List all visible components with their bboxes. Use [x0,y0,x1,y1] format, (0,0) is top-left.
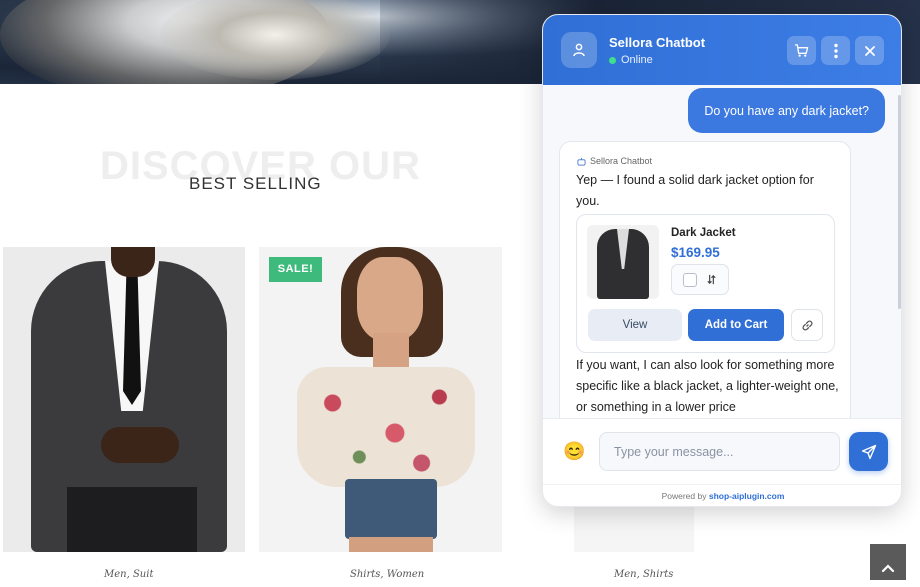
product-image-suit [31,247,231,552]
bot-message: Sellora Chatbot Yep — I found a solid da… [559,141,851,418]
powered-by-text: Powered by [661,491,709,501]
product-card-shirt[interactable] [574,500,694,552]
chevron-up-icon [881,563,895,572]
product-suggestion-card: Dark Jacket $169.95 View Add to Cart [576,214,835,353]
copy-link-button[interactable] [791,309,823,341]
product-name: Dark Jacket [671,227,736,239]
more-vertical-icon [833,43,838,58]
bot-message-label: Sellora Chatbot [577,156,652,166]
section-heading: BEST SELLING [189,174,322,193]
sale-badge: SALE! [269,257,322,282]
product-image-blouse [289,247,479,552]
message-list[interactable]: Do you have any dark jacket? Sellora Cha… [543,85,901,418]
more-options-button[interactable] [821,36,850,65]
product-thumbnail[interactable] [587,225,659,299]
product-categories[interactable]: Men, Suit [104,569,153,580]
user-message: Do you have any dark jacket? [688,88,885,133]
page: DISCOVER OUR BEST SELLING SALE! Men, Sui… [0,0,920,587]
cart-icon [794,44,809,57]
product-card-suit[interactable] [3,247,245,552]
close-chat-button[interactable] [855,36,884,65]
bot-name-label: Sellora Chatbot [590,156,653,166]
chat-scrollbar[interactable] [898,95,901,309]
bot-followup-text: If you want, I can also look for somethi… [576,358,839,414]
product-price: $169.95 [671,245,720,260]
bot-avatar [561,32,597,68]
product-categories[interactable]: Shirts, Women [350,569,424,580]
back-to-top-button[interactable] [870,544,906,580]
close-icon [864,45,875,56]
chat-title: Sellora Chatbot [609,35,706,50]
bot-intro-text: Yep — I found a solid dark jacket option… [576,173,814,208]
chat-header: Sellora Chatbot Online [543,15,901,85]
powered-by-footer: Powered by shop-aiplugin.com [543,484,901,506]
chatbot-widget: Sellora Chatbot Online Do you have any d… [542,14,902,507]
product-categories[interactable]: Men, Shirts [614,569,673,580]
compare-checkbox[interactable] [682,272,697,287]
link-icon [802,320,812,330]
view-product-button[interactable]: View [588,309,682,341]
add-to-cart-button[interactable]: Add to Cart [688,309,784,341]
message-composer: 😊 [543,418,901,484]
online-dot-icon [609,56,616,64]
send-button[interactable] [849,432,888,471]
compare-swap-icon[interactable] [706,274,717,285]
cart-button[interactable] [787,36,816,65]
status-label: Online [621,54,653,66]
online-status: Online [609,54,653,66]
product-card-blouse[interactable] [259,247,502,552]
message-input[interactable] [599,432,840,471]
compare-controls [671,264,729,295]
send-icon [861,444,876,459]
powered-by-link[interactable]: shop-aiplugin.com [709,491,785,501]
emoji-button[interactable]: 😊 [563,441,585,461]
bot-avatar-icon [573,43,585,57]
bot-icon [577,157,586,166]
